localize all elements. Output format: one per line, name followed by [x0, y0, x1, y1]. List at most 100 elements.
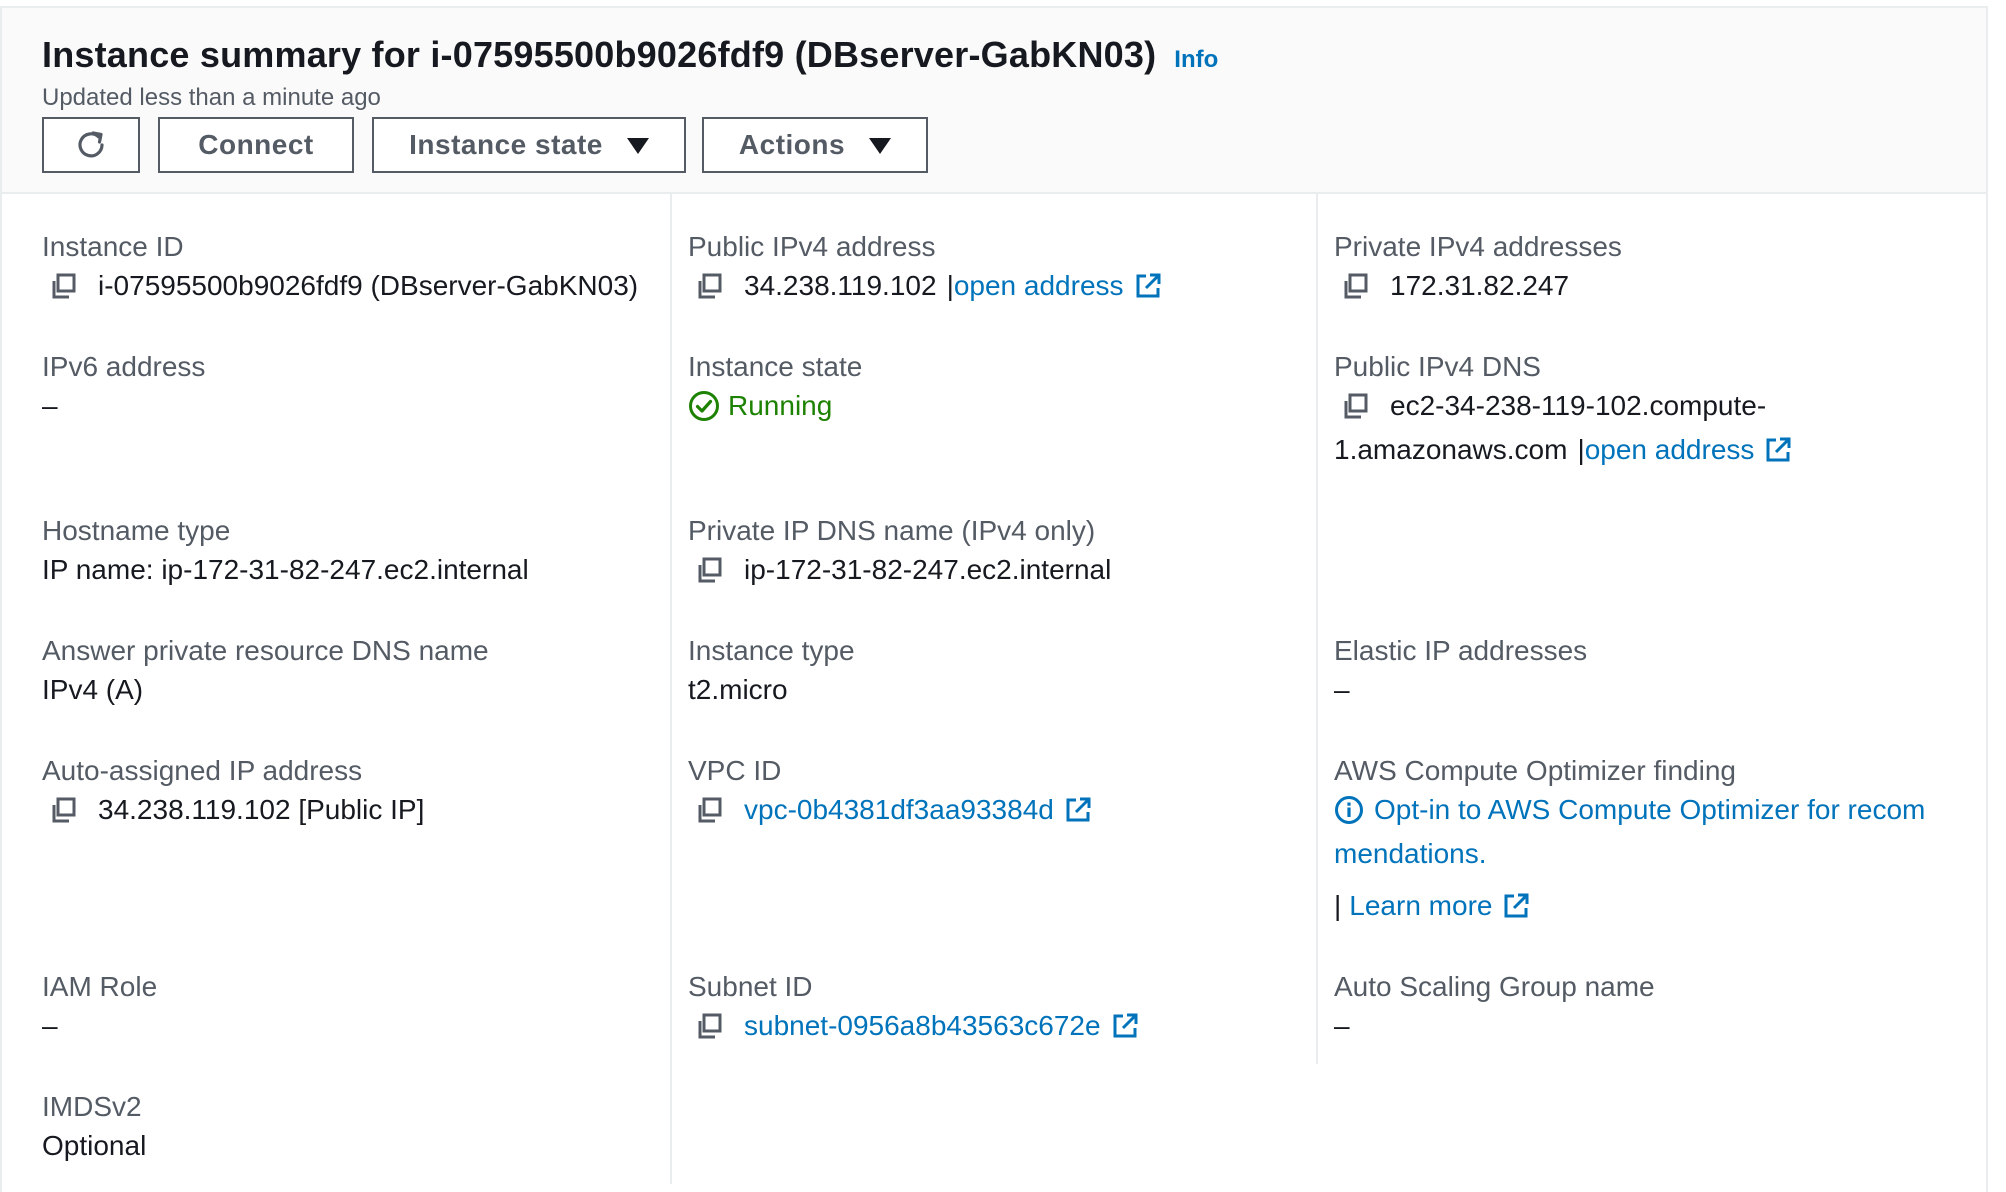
field-compute-optimizer: AWS Compute Optimizer finding Opt-in to … [1334, 754, 1925, 928]
refresh-icon [78, 131, 104, 158]
copy-icon[interactable] [50, 272, 78, 300]
info-link[interactable]: Info [1174, 46, 1218, 74]
actions-label: Actions [738, 129, 846, 160]
field-value: i-07595500b9026fdf9 (DBserver-GabKN03) [42, 264, 638, 308]
field-value: t2.micro [688, 668, 855, 712]
optimizer-opt-in-link-continued[interactable]: mendations. [1334, 832, 1487, 876]
field-subnet-id: Subnet ID subnet-0956a8b43563c672e [688, 970, 1139, 1048]
field-value: Running [688, 384, 862, 428]
copy-icon[interactable] [50, 796, 78, 824]
field-instance-id: Instance ID i-07595500b9026fdf9 (DBserve… [42, 230, 638, 308]
column-divider [1316, 194, 1318, 1064]
elastic-ip-value: – [1334, 674, 1350, 705]
copy-icon[interactable] [696, 1012, 724, 1040]
ipv6-value: – [42, 390, 58, 421]
external-link-icon[interactable] [1134, 272, 1162, 300]
copy-icon[interactable] [1342, 272, 1370, 300]
field-hostname-type: Hostname type IP name: ip-172-31-82-247.… [42, 514, 529, 592]
summary-header: Instance summary for i-07595500b9026fdf9… [2, 8, 1986, 194]
title-row: Instance summary for i-07595500b9026fdf9… [42, 34, 1218, 76]
updated-timestamp: Updated less than a minute ago [42, 84, 381, 111]
external-link-icon[interactable] [1502, 892, 1530, 920]
field-elastic-ip: Elastic IP addresses – [1334, 634, 1587, 712]
connect-button[interactable]: Connect [158, 117, 354, 173]
copy-icon[interactable] [696, 556, 724, 584]
instance-state-dropdown[interactable]: Instance state [372, 117, 686, 173]
field-value: ip-172-31-82-247.ec2.internal [688, 548, 1111, 592]
learn-more-link[interactable]: Learn more [1349, 884, 1492, 928]
instance-summary-panel: Instance summary for i-07595500b9026fdf9… [0, 6, 1988, 1192]
field-label: Auto-assigned IP address [42, 755, 363, 786]
field-value: vpc-0b4381df3aa93384d [688, 788, 1092, 832]
asg-name-value: – [1334, 1010, 1350, 1041]
field-label: Hostname type [42, 515, 231, 546]
caret-down-icon [869, 138, 892, 154]
field-iam-role: IAM Role – [42, 970, 157, 1048]
subnet-id-link[interactable]: subnet-0956a8b43563c672e [744, 1004, 1101, 1048]
external-link-icon[interactable] [1111, 1012, 1139, 1040]
page-title: Instance summary for i-07595500b9026fdf9… [42, 34, 1157, 75]
field-value: IP name: ip-172-31-82-247.ec2.internal [42, 548, 529, 592]
imdsv2-value: Optional [42, 1130, 147, 1161]
field-value: – [42, 1004, 157, 1048]
field-answer-dns: Answer private resource DNS name IPv4 (A… [42, 634, 489, 712]
field-instance-state: Instance state Running [688, 350, 862, 428]
field-label: VPC ID [688, 755, 782, 786]
field-value: ec2-34-238-119-102.compute- [1334, 384, 1792, 428]
field-label: Private IPv4 addresses [1334, 231, 1622, 262]
field-value: 34.238.119.102 | open address [688, 264, 1162, 308]
separator: | [1334, 890, 1342, 921]
separator: | [1577, 434, 1585, 465]
external-link-icon[interactable] [1064, 796, 1092, 824]
field-instance-type: Instance type t2.micro [688, 634, 855, 712]
field-asg-name: Auto Scaling Group name – [1334, 970, 1655, 1048]
private-ipv4-value: 172.31.82.247 [1390, 270, 1570, 301]
field-value: subnet-0956a8b43563c672e [688, 1004, 1139, 1048]
copy-icon[interactable] [696, 796, 724, 824]
external-link-icon[interactable] [1764, 436, 1792, 464]
field-value: – [42, 384, 205, 428]
public-dns-value-line1: ec2-34-238-119-102.compute- [1390, 390, 1767, 421]
field-label: IPv6 address [42, 351, 206, 382]
field-imdsv2: IMDSv2 Optional [42, 1090, 146, 1168]
vpc-id-link[interactable]: vpc-0b4381df3aa93384d [744, 788, 1054, 832]
caret-down-icon [626, 138, 649, 154]
field-label: Answer private resource DNS name [42, 635, 489, 666]
actions-dropdown[interactable]: Actions [702, 117, 928, 173]
refresh-button[interactable] [42, 117, 140, 173]
field-label: Instance ID [42, 231, 184, 262]
learn-more-row: | Learn more [1334, 884, 1925, 928]
field-value: – [1334, 1004, 1655, 1048]
field-public-dns: Public IPv4 DNS ec2-34-238-119-102.compu… [1334, 350, 1792, 472]
copy-icon[interactable] [696, 272, 724, 300]
hostname-type-value: IP name: ip-172-31-82-247.ec2.internal [42, 554, 529, 585]
status-badge: Running [728, 390, 833, 421]
instance-state-label: Instance state [409, 129, 603, 160]
auto-ip-value: 34.238.119.102 [Public IP] [98, 794, 425, 825]
field-label: AWS Compute Optimizer finding [1334, 755, 1736, 786]
public-dns-value-line2: 1.amazonaws.com [1334, 434, 1568, 465]
instance-type-value: t2.micro [688, 674, 788, 705]
separator: | [946, 270, 954, 301]
field-auto-ip: Auto-assigned IP address 34.238.119.102 … [42, 754, 424, 832]
optimizer-opt-in-link[interactable]: Opt-in to AWS Compute Optimizer for reco… [1374, 788, 1925, 832]
connect-button-label: Connect [198, 129, 314, 160]
info-circle-icon [1335, 796, 1363, 824]
field-label: Subnet ID [688, 971, 813, 1002]
field-ipv6: IPv6 address – [42, 350, 205, 428]
public-ipv4-value: 34.238.119.102 [744, 270, 937, 301]
field-label: Elastic IP addresses [1334, 635, 1588, 666]
field-public-ipv4: Public IPv4 address 34.238.119.102 | ope… [688, 230, 1162, 308]
open-address-link[interactable]: open address [1585, 428, 1755, 472]
field-private-ipv4: Private IPv4 addresses 172.31.82.247 [1334, 230, 1622, 308]
field-value: Optional [42, 1124, 146, 1168]
field-label: Private IP DNS name (IPv4 only) [688, 515, 1096, 546]
field-value: – [1334, 668, 1587, 712]
field-value: Opt-in to AWS Compute Optimizer for reco… [1334, 788, 1925, 832]
iam-role-value: – [42, 1010, 58, 1041]
field-value-continued: 1.amazonaws.com | open address [1334, 428, 1792, 472]
copy-icon[interactable] [1342, 392, 1370, 420]
open-address-link[interactable]: open address [954, 264, 1124, 308]
field-value-continued: mendations. [1334, 832, 1925, 876]
column-divider [670, 194, 672, 1184]
